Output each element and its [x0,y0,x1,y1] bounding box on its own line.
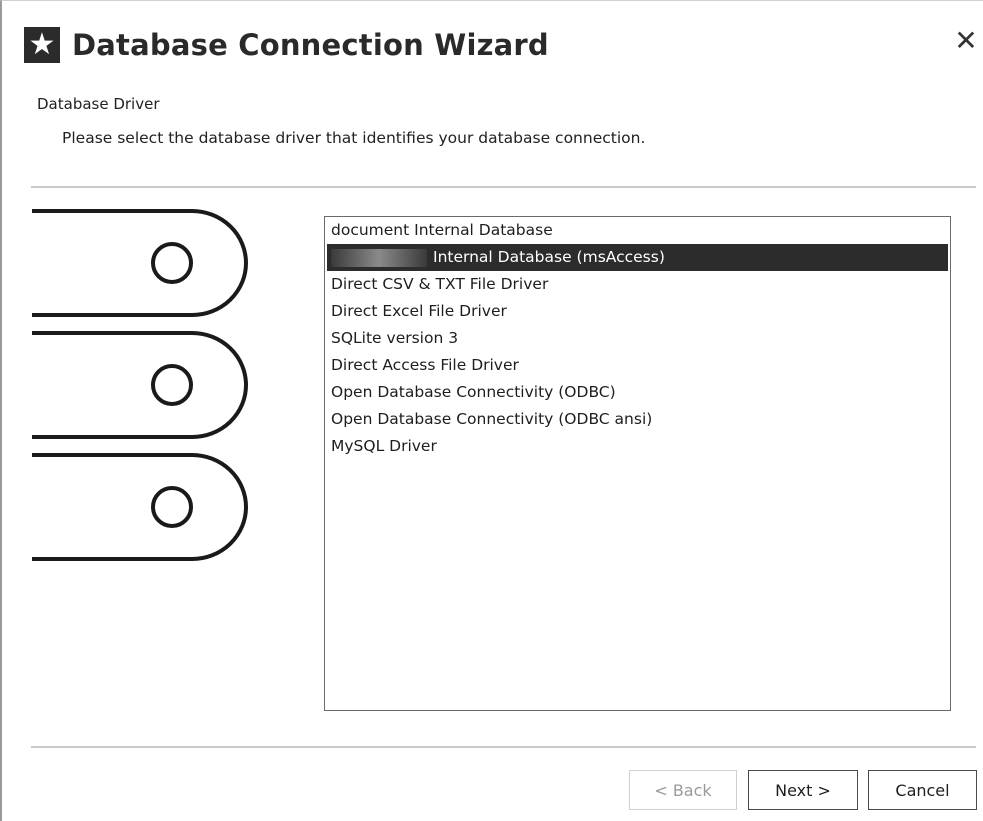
list-item-label: SQLite version 3 [331,329,459,347]
title-bar: ★ Database Connection Wizard [24,25,549,65]
redacted-text [331,248,427,267]
list-item-label: Direct Excel File Driver [331,302,507,320]
cancel-button[interactable]: Cancel [868,770,977,810]
star-icon: ★ [24,27,60,63]
database-disk-icon [32,209,248,317]
list-item-label: document Internal Database [331,221,553,239]
section-title: Database Driver [37,95,160,113]
list-item[interactable]: Direct CSV & TXT File Driver [325,271,950,298]
list-item[interactable]: MySQL Driver [325,433,950,460]
list-item-selected[interactable]: Internal Database (msAccess) [327,244,948,271]
database-disk-icon [32,453,248,561]
database-disk-icon [32,331,248,439]
header-divider [31,186,976,188]
driver-list[interactable]: document Internal Database Internal Data… [324,216,951,711]
next-button[interactable]: Next > [748,770,858,810]
list-item[interactable]: document Internal Database [325,217,950,244]
footer-divider [31,746,976,748]
list-item[interactable]: Open Database Connectivity (ODBC) [325,379,950,406]
window-title: Database Connection Wizard [72,28,549,62]
list-item[interactable]: Open Database Connectivity (ODBC ansi) [325,406,950,433]
wizard-window: ★ Database Connection Wizard ✕ Database … [0,0,983,821]
list-item-label: Open Database Connectivity (ODBC ansi) [331,410,653,428]
database-stack-illustration [32,209,248,561]
list-item[interactable]: SQLite version 3 [325,325,950,352]
list-item-label: MySQL Driver [331,437,437,455]
back-button[interactable]: < Back [629,770,737,810]
list-item-label: Direct CSV & TXT File Driver [331,275,549,293]
list-item-label: Internal Database (msAccess) [433,248,665,266]
section-description: Please select the database driver that i… [62,129,646,147]
list-item[interactable]: Direct Excel File Driver [325,298,950,325]
list-item-label: Direct Access File Driver [331,356,519,374]
close-icon[interactable]: ✕ [952,27,980,57]
list-item-label: Open Database Connectivity (ODBC) [331,383,616,401]
list-item[interactable]: Direct Access File Driver [325,352,950,379]
